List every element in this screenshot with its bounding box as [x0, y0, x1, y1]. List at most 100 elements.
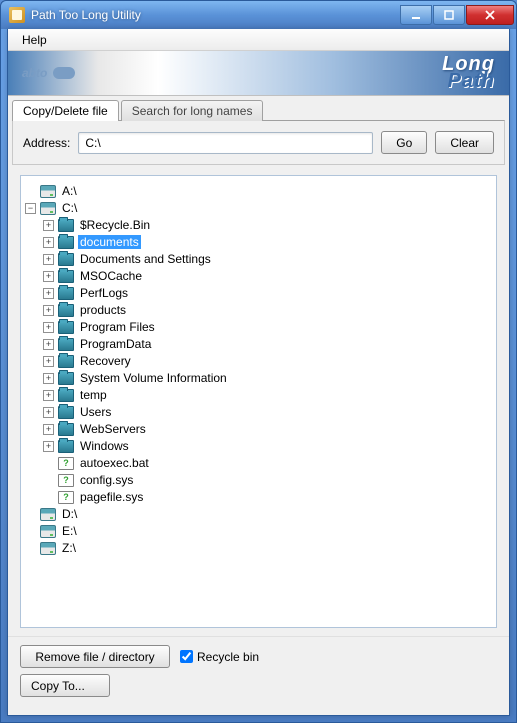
menubar: Help [8, 29, 509, 51]
drive-icon [40, 185, 56, 198]
maximize-button[interactable] [433, 5, 465, 25]
folder-recovery[interactable]: + Recovery [43, 353, 492, 369]
node-label: C:\ [60, 201, 79, 215]
node-label: config.sys [78, 473, 135, 487]
folder-icon [58, 253, 74, 266]
node-label: documents [78, 235, 141, 249]
minimize-button[interactable] [400, 5, 432, 25]
node-label: System Volume Information [78, 371, 229, 385]
folder-svi[interactable]: + System Volume Information [43, 370, 492, 386]
node-label: A:\ [60, 184, 79, 198]
address-input[interactable] [78, 132, 373, 154]
folder-perflogs[interactable]: + PerfLogs [43, 285, 492, 301]
banner-logo: Long Path [442, 56, 495, 90]
expand-icon[interactable]: + [43, 407, 54, 418]
folder-documents-and-settings[interactable]: + Documents and Settings [43, 251, 492, 267]
folder-icon [58, 219, 74, 232]
collapse-icon[interactable]: − [25, 203, 36, 214]
expand-icon[interactable]: + [43, 356, 54, 367]
folder-users[interactable]: + Users [43, 404, 492, 420]
folder-program-files[interactable]: + Program Files [43, 319, 492, 335]
folder-windows[interactable]: + Windows [43, 438, 492, 454]
window-buttons [400, 5, 514, 25]
expand-icon[interactable]: + [43, 271, 54, 282]
expand-icon[interactable]: + [43, 305, 54, 316]
recycle-bin-checkbox[interactable]: Recycle bin [180, 650, 259, 664]
folder-products[interactable]: + products [43, 302, 492, 318]
close-button[interactable] [466, 5, 514, 25]
file-autoexec[interactable]: autoexec.bat [43, 455, 492, 471]
expand-icon[interactable]: + [43, 373, 54, 384]
node-label: Windows [78, 439, 131, 453]
expand-icon[interactable]: + [43, 288, 54, 299]
folder-documents[interactable]: + documents [43, 234, 492, 250]
app-window: Path Too Long Utility Help abto Long Pat… [0, 0, 517, 723]
node-label: products [78, 303, 128, 317]
logo-line2: Path [442, 73, 495, 90]
drive-icon [40, 202, 56, 215]
tab-search-long[interactable]: Search for long names [121, 100, 264, 121]
folder-tree[interactable]: A:\ − C:\ + $Recycle.Bin + documents + Docum… [20, 175, 497, 628]
drive-icon [40, 542, 56, 555]
tab-strip: Copy/Delete file Search for long names [8, 96, 509, 120]
expand-icon[interactable]: + [43, 254, 54, 265]
file-icon [58, 457, 74, 470]
bottom-panel: Remove file / directory Recycle bin Copy… [8, 636, 509, 715]
expand-icon[interactable]: + [43, 322, 54, 333]
drive-e[interactable]: E:\ [25, 523, 492, 539]
folder-icon [58, 372, 74, 385]
folder-temp[interactable]: + temp [43, 387, 492, 403]
expand-icon[interactable]: + [43, 237, 54, 248]
node-label: D:\ [60, 507, 79, 521]
menu-help[interactable]: Help [14, 31, 55, 49]
go-button[interactable]: Go [381, 131, 427, 154]
node-label: $Recycle.Bin [78, 218, 152, 232]
expand-icon[interactable]: + [43, 424, 54, 435]
node-label: temp [78, 388, 109, 402]
folder-icon [58, 355, 74, 368]
folder-recycle-bin[interactable]: + $Recycle.Bin [43, 217, 492, 233]
expand-icon[interactable]: + [43, 339, 54, 350]
node-label: Z:\ [60, 541, 78, 555]
node-label: autoexec.bat [78, 456, 151, 470]
recycle-bin-input[interactable] [180, 650, 193, 663]
expand-icon[interactable]: + [43, 390, 54, 401]
node-label: pagefile.sys [78, 490, 145, 504]
node-label: Documents and Settings [78, 252, 213, 266]
banner-brand: abto [22, 66, 75, 80]
folder-msocache[interactable]: + MSOCache [43, 268, 492, 284]
expand-icon[interactable]: + [43, 220, 54, 231]
folder-programdata[interactable]: + ProgramData [43, 336, 492, 352]
window-title: Path Too Long Utility [31, 8, 400, 22]
node-label: PerfLogs [78, 286, 130, 300]
node-label: ProgramData [78, 337, 153, 351]
folder-icon [58, 338, 74, 351]
file-pagefile[interactable]: pagefile.sys [43, 489, 492, 505]
drive-c[interactable]: − C:\ [25, 200, 492, 216]
node-label: Users [78, 405, 113, 419]
recycle-bin-label: Recycle bin [197, 650, 259, 664]
node-label: Recovery [78, 354, 133, 368]
node-label: Program Files [78, 320, 157, 334]
file-configsys[interactable]: config.sys [43, 472, 492, 488]
drive-a[interactable]: A:\ [25, 183, 492, 199]
titlebar[interactable]: Path Too Long Utility [1, 1, 516, 29]
folder-icon [58, 287, 74, 300]
drive-z[interactable]: Z:\ [25, 540, 492, 556]
folder-webservers[interactable]: +WebServers [43, 421, 492, 437]
folder-icon [58, 440, 74, 453]
clear-button[interactable]: Clear [435, 131, 494, 154]
banner: abto Long Path [8, 51, 509, 96]
drive-d[interactable]: D:\ [25, 506, 492, 522]
folder-icon [58, 270, 74, 283]
folder-icon [58, 423, 74, 436]
node-label: MSOCache [78, 269, 144, 283]
address-label: Address: [23, 136, 70, 150]
expand-icon[interactable]: + [43, 441, 54, 452]
address-panel: Address: Go Clear [12, 120, 505, 165]
remove-button[interactable]: Remove file / directory [20, 645, 170, 668]
tab-copy-delete[interactable]: Copy/Delete file [12, 100, 119, 121]
folder-icon [58, 321, 74, 334]
drive-icon [40, 525, 56, 538]
copy-to-button[interactable]: Copy To... [20, 674, 110, 697]
